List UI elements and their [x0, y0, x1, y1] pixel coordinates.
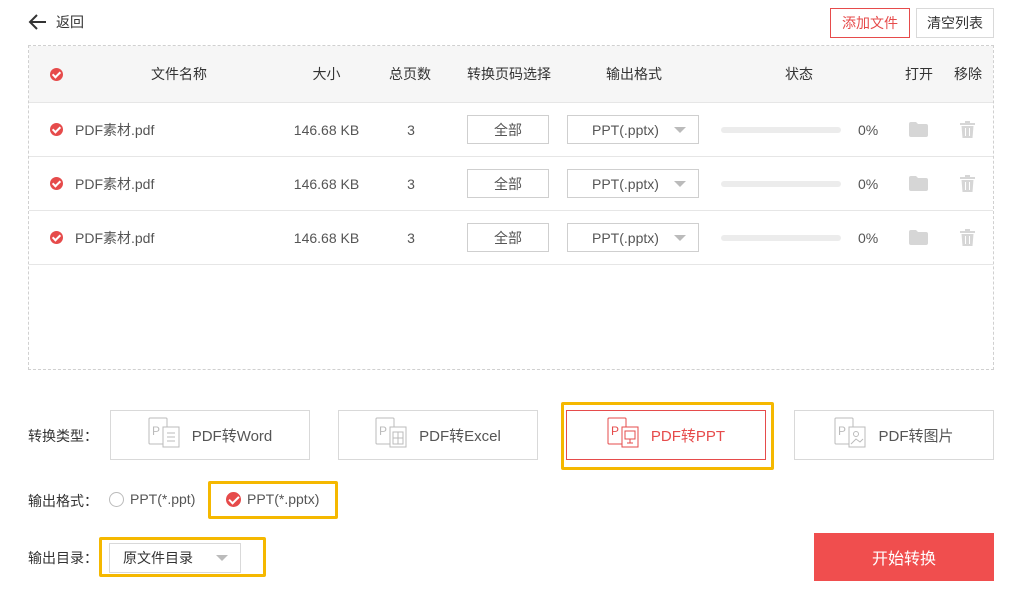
radio-checked-icon [226, 491, 241, 507]
pdf-to-ppt-label: PDF转PPT [650, 427, 726, 445]
format-select-value: PPT(.pptx) [592, 121, 659, 138]
svg-text:P: P [379, 424, 387, 438]
col-format: 输出格式 [606, 66, 662, 82]
file-name: PDF素材.pdf [75, 121, 155, 138]
chevron-down-icon [216, 555, 228, 561]
chevron-down-icon [674, 235, 686, 241]
pdf-to-image-icon: P [834, 417, 868, 453]
pdf-to-excel-button[interactable]: P PDF转Excel [338, 410, 538, 460]
trash-icon[interactable] [960, 211, 975, 264]
row-checkbox[interactable] [50, 157, 63, 210]
conversion-type-label: 转换类型： [28, 428, 98, 444]
folder-icon[interactable] [909, 103, 928, 156]
row-checkbox[interactable] [50, 211, 63, 264]
file-pages: 3 [407, 175, 415, 192]
file-size: 146.68 KB [293, 175, 360, 192]
pdf-to-excel-label: PDF转Excel [419, 427, 501, 445]
progress-text: 0% [858, 121, 879, 138]
progress-bar [721, 126, 841, 133]
pdf-to-excel-icon: P [375, 417, 409, 453]
trash-icon[interactable] [960, 157, 975, 210]
svg-text:P: P [838, 424, 846, 438]
output-format-label: 输出格式： [28, 493, 98, 509]
file-size: 146.68 KB [293, 229, 360, 246]
table-header: 文件名称 大小 总页数 转换页码选择 输出格式 状态 打开 移除 [29, 46, 993, 103]
output-dir-label: 输出目录： [28, 550, 98, 566]
file-size: 146.68 KB [293, 121, 360, 138]
file-name: PDF素材.pdf [75, 229, 155, 246]
table-row: PDF素材.pdf 146.68 KB 3 全部 PPT(.pptx) 0% [29, 103, 993, 157]
format-select-value: PPT(.pptx) [592, 175, 659, 192]
radio-unchecked-icon [109, 491, 124, 507]
select-all-checkbox[interactable] [50, 46, 63, 102]
checkbox-checked-icon [50, 123, 63, 136]
checkbox-checked-icon [50, 177, 63, 190]
clear-list-button[interactable]: 清空列表 [916, 8, 994, 38]
pdf-to-word-icon: P [148, 417, 182, 453]
col-name: 文件名称 [151, 66, 207, 82]
pdf-to-ppt-icon: P [607, 417, 641, 453]
format-select[interactable]: PPT(.pptx) [567, 223, 699, 252]
format-radio-ppt[interactable]: PPT(*.ppt) [109, 491, 195, 507]
progress-text: 0% [858, 229, 879, 246]
row-checkbox[interactable] [50, 103, 63, 156]
trash-icon[interactable] [960, 103, 975, 156]
add-file-button[interactable]: 添加文件 [830, 8, 910, 38]
table-row: PDF素材.pdf 146.68 KB 3 全部 PPT(.pptx) 0% [29, 211, 993, 265]
pdf-to-image-button[interactable]: P PDF转图片 [794, 410, 994, 460]
back-button[interactable]: 返回 [28, 12, 84, 32]
progress-text: 0% [858, 175, 879, 192]
format-select-value: PPT(.pptx) [592, 229, 659, 246]
output-dir-select[interactable]: 原文件目录 [109, 543, 241, 573]
pdf-to-word-button[interactable]: P PDF转Word [110, 410, 310, 460]
pdf-to-word-label: PDF转Word [191, 427, 273, 445]
start-convert-button[interactable]: 开始转换 [814, 533, 994, 581]
progress-bar [721, 180, 841, 187]
table-row: PDF素材.pdf 146.68 KB 3 全部 PPT(.pptx) 0% [29, 157, 993, 211]
format-radio-pptx[interactable]: PPT(*.pptx) [226, 491, 319, 507]
col-page-select: 转换页码选择 [467, 66, 551, 82]
progress-bar [721, 234, 841, 241]
format-select[interactable]: PPT(.pptx) [567, 115, 699, 144]
folder-icon[interactable] [909, 157, 928, 210]
col-status: 状态 [785, 66, 813, 82]
col-open: 打开 [905, 66, 933, 82]
pdf-to-image-label: PDF转图片 [878, 427, 954, 445]
folder-icon[interactable] [909, 211, 928, 264]
format-select[interactable]: PPT(.pptx) [567, 169, 699, 198]
page-select-button[interactable]: 全部 [467, 169, 549, 198]
col-remove: 移除 [954, 66, 982, 82]
file-name: PDF素材.pdf [75, 175, 155, 192]
chevron-down-icon [674, 127, 686, 133]
back-label: 返回 [56, 14, 84, 30]
checkbox-checked-icon [50, 231, 63, 244]
file-table: 文件名称 大小 总页数 转换页码选择 输出格式 状态 打开 移除 PDF素材.p… [28, 45, 994, 370]
output-dir-value: 原文件目录 [123, 550, 193, 566]
chevron-down-icon [674, 181, 686, 187]
col-size: 大小 [312, 66, 341, 82]
svg-text:P: P [152, 424, 160, 438]
pdf-to-ppt-button[interactable]: P PDF转PPT [566, 410, 766, 460]
page-select-button[interactable]: 全部 [467, 115, 549, 144]
format-ppt-label: PPT(*.ppt) [130, 491, 196, 507]
col-pages: 总页数 [389, 66, 431, 82]
format-pptx-label: PPT(*.pptx) [247, 491, 320, 507]
file-pages: 3 [407, 121, 415, 138]
svg-text:P: P [611, 424, 619, 438]
arrow-left-icon [28, 14, 46, 30]
file-pages: 3 [407, 229, 415, 246]
page-select-button[interactable]: 全部 [467, 223, 549, 252]
